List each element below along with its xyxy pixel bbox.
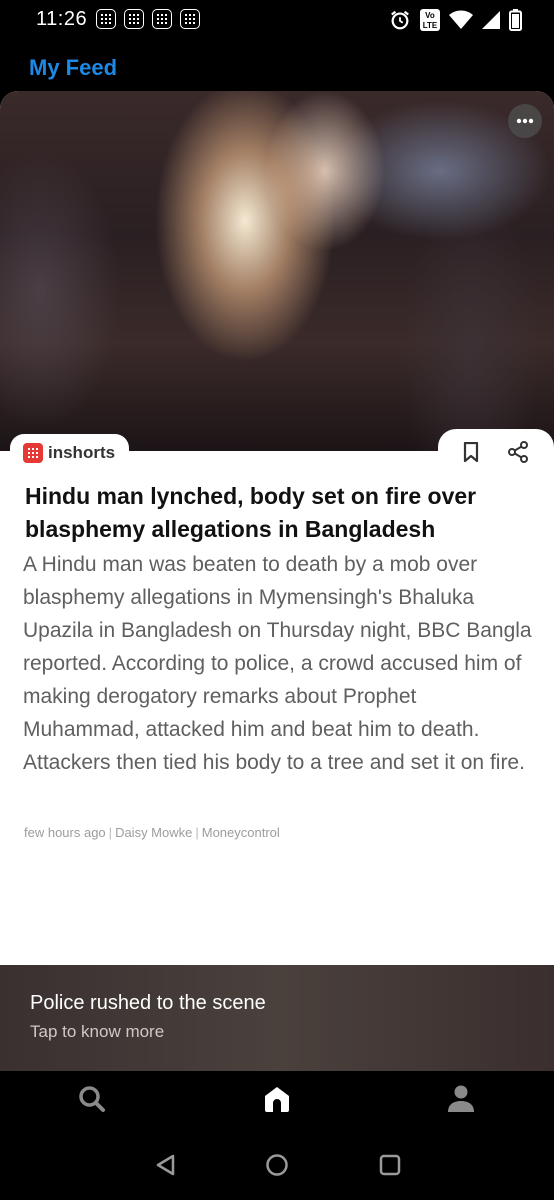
signal-icon bbox=[482, 11, 500, 29]
system-status-icons: Vo LTE bbox=[389, 8, 522, 32]
share-icon bbox=[508, 441, 528, 463]
home-button[interactable] bbox=[265, 1153, 289, 1182]
profile-icon bbox=[448, 1085, 474, 1112]
app-notification-icon bbox=[180, 9, 200, 29]
app-notification-icon bbox=[124, 9, 144, 29]
more-options-button[interactable] bbox=[508, 104, 542, 138]
page-title[interactable]: My Feed bbox=[29, 55, 117, 81]
app-notification-icon bbox=[96, 9, 116, 29]
back-triangle-icon bbox=[156, 1154, 175, 1176]
brand-badge: inshorts bbox=[10, 434, 130, 472]
bookmark-icon bbox=[463, 441, 479, 463]
wifi-icon bbox=[449, 10, 473, 29]
article-summary: A Hindu man was beaten to death by a mob… bbox=[23, 553, 532, 774]
search-tab[interactable] bbox=[77, 1084, 107, 1119]
recents-square-icon bbox=[379, 1154, 401, 1176]
home-circle-icon bbox=[266, 1154, 288, 1176]
status-time: 11:26 bbox=[36, 8, 88, 30]
recents-button[interactable] bbox=[378, 1153, 402, 1182]
inshorts-logo-icon bbox=[23, 443, 43, 463]
notification-icons bbox=[96, 9, 200, 29]
status-bar: 11:26 Vo LTE bbox=[0, 0, 554, 42]
home-icon bbox=[265, 1087, 289, 1112]
author-name: Daisy Mowke bbox=[115, 825, 193, 840]
profile-tab[interactable] bbox=[447, 1084, 475, 1119]
published-time: few hours ago bbox=[24, 825, 106, 840]
svg-text:Vo: Vo bbox=[425, 11, 435, 20]
headline: Hindu man lynched, body set on fire over… bbox=[25, 483, 477, 542]
bookmark-button[interactable] bbox=[462, 441, 480, 467]
share-button[interactable] bbox=[507, 441, 529, 468]
home-tab[interactable] bbox=[261, 1084, 293, 1119]
card-actions bbox=[438, 429, 554, 473]
more-dots-icon bbox=[516, 118, 534, 124]
app-notification-icon bbox=[152, 9, 172, 29]
news-image[interactable] bbox=[0, 91, 554, 451]
news-card[interactable]: inshorts Hindu man lynched, body set on … bbox=[0, 91, 554, 1071]
search-icon bbox=[79, 1086, 105, 1112]
volte-icon: VoLTE bbox=[420, 9, 440, 31]
alarm-icon bbox=[391, 10, 409, 30]
back-button[interactable] bbox=[154, 1153, 178, 1182]
banner-title: Police rushed to the scene bbox=[30, 992, 266, 1014]
brand-name: inshorts bbox=[48, 443, 116, 462]
system-navigation-bar bbox=[0, 1131, 554, 1200]
svg-text:LTE: LTE bbox=[423, 21, 438, 30]
bottom-navigation bbox=[0, 1071, 554, 1131]
banner-subtitle: Tap to know more bbox=[30, 1022, 165, 1041]
know-more-banner[interactable]: Police rushed to the scene Tap to know m… bbox=[0, 965, 554, 1071]
battery-icon bbox=[509, 9, 522, 31]
article-meta: few hours ago | Daisy Mowke | Moneycontrol bbox=[24, 825, 280, 840]
source-name[interactable]: Moneycontrol bbox=[202, 825, 280, 840]
